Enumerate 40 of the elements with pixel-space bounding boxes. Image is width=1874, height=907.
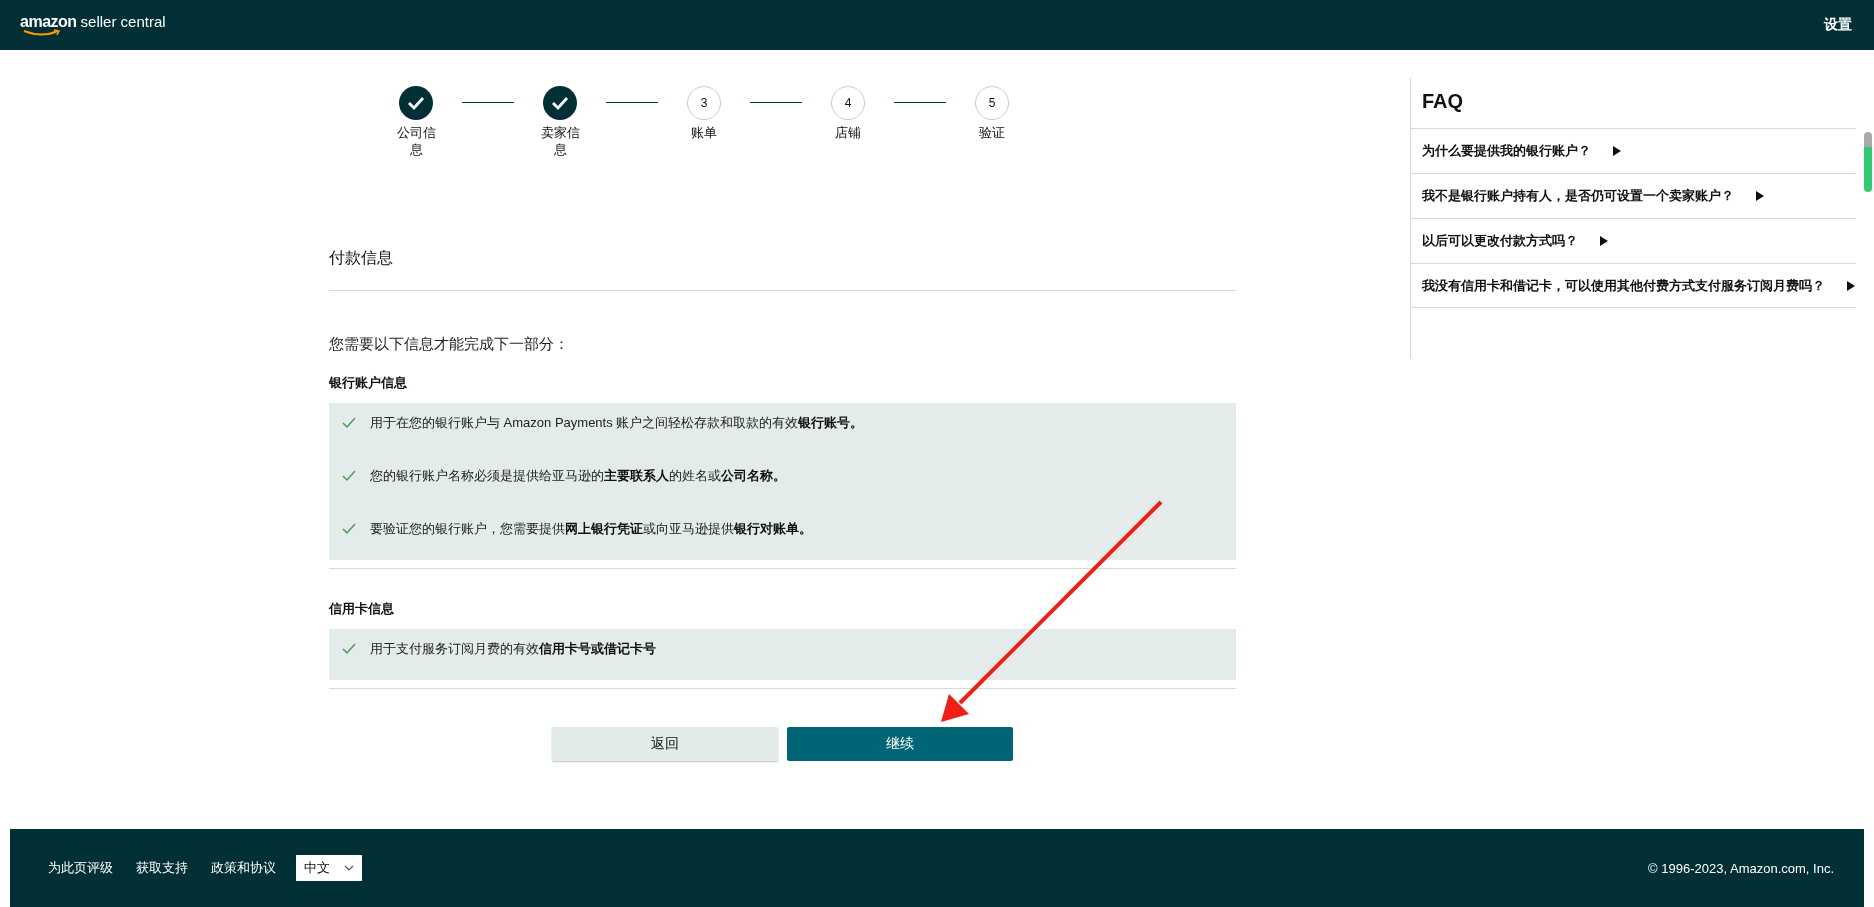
footer-link[interactable]: 获取支持 [136, 859, 188, 877]
scroll-indicator [1864, 132, 1872, 192]
footer-link[interactable]: 为此页评级 [48, 859, 113, 877]
faq-title: FAQ [1421, 89, 1465, 114]
step-label: 卖家信息 [539, 124, 581, 158]
back-button[interactable]: 返回 [552, 727, 778, 761]
check-icon [342, 523, 356, 535]
expand-triangle-icon[interactable] [1756, 191, 1764, 201]
requirement-text: 用于在您的银行账户与 Amazon Payments 账户之间轻松存款和取款的有效银行账号。 [370, 414, 864, 432]
section-title: 付款信息 [329, 248, 394, 268]
step-number: 4 [831, 86, 865, 120]
intro-text: 您需要以下信息才能完成下一部分： [329, 334, 570, 354]
check-icon [342, 470, 356, 482]
language-select[interactable]: 中文 [296, 855, 362, 881]
check-icon [342, 643, 356, 655]
requirement-text: 您的银行账户名称必须是提供给亚马逊的主要联系人的姓名或公司名称。 [370, 467, 786, 485]
faq-question[interactable]: 以后可以更改付款方式吗？ [1422, 232, 1578, 250]
expand-triangle-icon[interactable] [1613, 146, 1621, 156]
requirement-text: 要验证您的银行账户，您需要提供网上银行凭证或向亚马逊提供银行对账单。 [370, 520, 812, 538]
expand-triangle-icon[interactable] [1600, 236, 1608, 246]
faq-question[interactable]: 我不是银行账户持有人，是否仍可设置一个卖家账户？ [1422, 187, 1734, 205]
step-number: 5 [975, 86, 1009, 120]
group-title: 银行账户信息 [329, 374, 408, 392]
step-number: 3 [687, 86, 721, 120]
caret-icon [344, 865, 354, 871]
faq-question[interactable]: 为什么要提供我的银行账户？ [1422, 142, 1591, 160]
group-title: 信用卡信息 [329, 600, 395, 618]
amazon-seller-central-logo[interactable]: amazon seller central [20, 13, 166, 37]
check-icon [342, 417, 356, 429]
expand-triangle-icon[interactable] [1847, 280, 1855, 291]
step-label: 账单 [690, 124, 718, 141]
step-label: 公司信息 [395, 124, 437, 158]
copyright-text: © 1996-2023, Amazon.com, Inc. [1648, 860, 1834, 876]
faq-question[interactable]: 我没有信用卡和借记卡，可以使用其他付费方式支付服务订阅月费吗？ [1422, 276, 1825, 295]
continue-button[interactable]: 继续 [787, 727, 1013, 761]
settings-link[interactable]: 设置 [1824, 16, 1852, 34]
step-label: 验证 [978, 124, 1006, 141]
footer-link[interactable]: 政策和协议 [211, 859, 276, 877]
requirement-text: 用于支付服务订阅月费的有效信用卡号或借记卡号 [370, 640, 656, 658]
step-label: 店铺 [834, 124, 862, 141]
